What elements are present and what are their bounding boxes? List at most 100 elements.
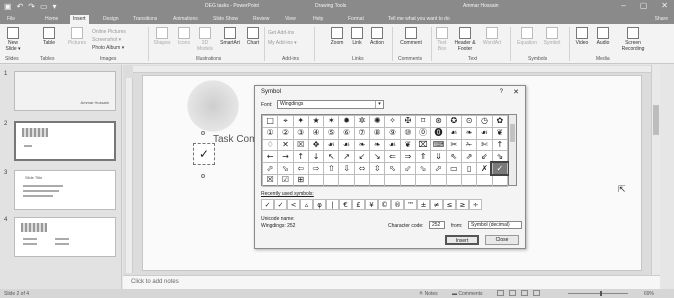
- recent-symbol[interactable]: ®: [391, 199, 404, 210]
- symbol-cell[interactable]: ⓿: [430, 126, 447, 140]
- recent-symbol[interactable]: ™: [404, 199, 417, 210]
- symbol-cell[interactable]: [491, 173, 509, 187]
- symbol-cell[interactable]: ⇐: [384, 150, 401, 164]
- symbol-cell[interactable]: ▭: [445, 162, 463, 175]
- symbol-cell[interactable]: ⇓: [430, 150, 447, 164]
- maximize-icon[interactable]: ▢: [640, 1, 648, 10]
- symbol-cell[interactable]: ⇑: [414, 150, 432, 164]
- wordart-button[interactable]: WordArt: [480, 27, 504, 46]
- screenshot-button[interactable]: Screenshot ▾: [92, 37, 121, 43]
- symbol-cell[interactable]: ⬀: [261, 162, 279, 175]
- symbol-cell[interactable]: ⇘: [491, 150, 509, 164]
- chevron-down-icon[interactable]: ▾: [375, 101, 383, 108]
- symbol-cell[interactable]: ⬀: [430, 162, 447, 175]
- symbol-cell[interactable]: ⬁: [384, 162, 401, 175]
- get-add-ins-button[interactable]: Get Add-ins: [268, 30, 294, 36]
- symbol-cell[interactable]: ⑤: [323, 126, 340, 140]
- symbol-cell[interactable]: ⑦: [353, 126, 371, 140]
- equation-button[interactable]: Equation: [516, 27, 538, 46]
- table-button[interactable]: Table: [40, 27, 58, 46]
- symbol-cell[interactable]: ⊙: [461, 115, 478, 128]
- recent-symbol[interactable]: <: [287, 199, 300, 210]
- symbol-cell[interactable]: ⌧: [414, 138, 432, 152]
- tab-help[interactable]: Help: [310, 15, 326, 24]
- symbol-cell[interactable]: ⌖: [277, 115, 294, 128]
- symbol-cell[interactable]: [369, 173, 386, 187]
- insert-button[interactable]: Insert: [445, 235, 479, 245]
- zoom-percentage[interactable]: 69%: [644, 291, 654, 297]
- symbol-cell[interactable]: ⑥: [338, 126, 355, 140]
- symbol-cell[interactable]: ✧: [384, 115, 401, 128]
- recent-symbol[interactable]: ≤: [443, 199, 456, 210]
- symbol-cell[interactable]: [307, 173, 325, 187]
- recent-symbol[interactable]: ✓: [274, 199, 287, 210]
- tab-insert[interactable]: Insert: [70, 15, 89, 24]
- symbol-cell[interactable]: ⇳: [369, 162, 386, 175]
- recent-symbol[interactable]: φ: [313, 199, 326, 210]
- symbol-cell[interactable]: →: [277, 150, 294, 164]
- symbol-cell[interactable]: ↙: [353, 150, 371, 164]
- zoom-knob[interactable]: [600, 291, 602, 296]
- symbol-cell[interactable]: ←: [261, 150, 279, 164]
- symbol-grid[interactable]: □ ⌖ ✦ ★ ✶ ✹ ✲ ✺ ✧ ✠ ⌑ ⊛ ✪ ⊙ ◷ ✿ ① ② ③ ④ ⑤ ⑥ ⑦ ⑧ ⑨ ⑩ ⓪ ⓿ ☙ ❧ ☙ ❦ ♢ ✕ ☒ ✥ ☙ ☙ ❧ ❧…: [261, 114, 510, 187]
- tab-review[interactable]: Review: [250, 15, 272, 24]
- symbol-cell[interactable]: ↓: [307, 150, 325, 164]
- symbol-cell[interactable]: [338, 173, 355, 187]
- tell-me-search[interactable]: Tell me what you want to do: [388, 16, 450, 22]
- symbol-cell[interactable]: ⇖: [445, 150, 463, 164]
- tab-animations[interactable]: Animations: [170, 15, 201, 24]
- symbol-cell[interactable]: ▯: [461, 162, 478, 175]
- symbol-cell[interactable]: ✓: [490, 160, 510, 177]
- symbol-cell[interactable]: ⇩: [338, 162, 355, 175]
- recent-symbol[interactable]: ©: [378, 199, 391, 210]
- close-button[interactable]: Close: [485, 235, 519, 245]
- zoom-button[interactable]: Zoom: [328, 27, 346, 46]
- symbol-cell[interactable]: ☙: [384, 138, 401, 152]
- symbol-cell[interactable]: ✄: [476, 138, 493, 152]
- slide-sorter-icon[interactable]: [509, 290, 516, 296]
- minimize-icon[interactable]: –: [621, 1, 625, 10]
- symbol-cell[interactable]: [399, 173, 416, 187]
- new-slide-button[interactable]: New Slide ▾: [4, 27, 22, 52]
- symbol-cell[interactable]: ④: [307, 126, 325, 140]
- symbol-cell[interactable]: [353, 173, 371, 187]
- symbol-cell[interactable]: ☑: [277, 173, 294, 187]
- tab-design[interactable]: Design: [100, 15, 122, 24]
- symbol-cell[interactable]: ①: [261, 126, 279, 140]
- symbol-cell[interactable]: ♢: [261, 138, 279, 152]
- chart-button[interactable]: Chart: [244, 27, 262, 46]
- link-button[interactable]: Link: [349, 27, 365, 46]
- symbol-cell[interactable]: ↗: [338, 150, 355, 164]
- symbol-cell[interactable]: ↑: [292, 150, 309, 164]
- pictures-button[interactable]: Pictures: [66, 27, 88, 46]
- icons-button[interactable]: Icons: [175, 27, 193, 46]
- tab-format[interactable]: Format: [345, 15, 367, 24]
- slide-thumbnail-4[interactable]: [14, 217, 116, 257]
- recent-symbol[interactable]: ✓: [261, 199, 274, 210]
- symbol-cell[interactable]: ⑨: [384, 126, 401, 140]
- recent-symbol[interactable]: ¥: [365, 199, 378, 210]
- symbol-cell[interactable]: [445, 173, 463, 187]
- symbol-cell[interactable]: ⊛: [430, 115, 447, 128]
- close-icon[interactable]: ✕: [661, 1, 668, 10]
- redo-icon[interactable]: ↷: [28, 2, 35, 11]
- symbol-cell[interactable]: [323, 173, 340, 187]
- symbol-cell[interactable]: ⑩: [399, 126, 416, 140]
- symbol-cell[interactable]: ☙: [445, 126, 463, 140]
- slide-thumbnail-1[interactable]: Ammar Hossain: [14, 71, 116, 111]
- action-button[interactable]: Action: [367, 27, 387, 46]
- shapes-button[interactable]: Shapes: [152, 27, 172, 46]
- resize-handle[interactable]: [201, 131, 205, 135]
- symbol-cell[interactable]: ☙: [338, 138, 355, 152]
- comment-button[interactable]: Comment: [396, 27, 426, 46]
- recent-symbol[interactable]: ≥: [456, 199, 469, 210]
- symbol-cell[interactable]: ❧: [369, 138, 386, 152]
- recent-symbol[interactable]: ±: [417, 199, 430, 210]
- symbol-cell[interactable]: ↖: [323, 150, 340, 164]
- tab-slide-show[interactable]: Slide Show: [210, 15, 241, 24]
- recent-symbol[interactable]: £: [352, 199, 365, 210]
- tab-file[interactable]: File: [4, 15, 18, 24]
- symbol-cell[interactable]: ★: [307, 115, 325, 128]
- checkbox-shape[interactable]: ✓: [193, 143, 215, 165]
- symbol-cell[interactable]: [414, 173, 432, 187]
